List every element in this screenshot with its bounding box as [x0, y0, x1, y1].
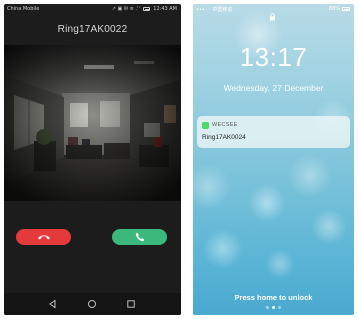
battery-icon	[143, 7, 151, 11]
recents-icon[interactable]	[126, 299, 136, 309]
notification-message: Ring17AK0024	[202, 134, 246, 141]
page-dot	[278, 306, 281, 309]
back-icon[interactable]	[48, 299, 58, 309]
wallpaper-bokeh	[203, 229, 243, 269]
decline-call-button[interactable]	[16, 229, 71, 245]
lock-screen-date: Wednesday, 27 December	[223, 83, 324, 93]
wallpaper-bokeh	[265, 249, 295, 279]
wallpaper-bokeh	[193, 164, 231, 210]
carrier-label: China Mobile	[7, 6, 40, 12]
phone-hangup-icon	[37, 235, 50, 240]
carrier-label: •••◦◦ 中国移动	[196, 7, 233, 13]
wecsee-app-icon	[202, 122, 209, 129]
page-dot	[266, 306, 269, 309]
room-scene-image	[4, 45, 181, 201]
answer-call-button[interactable]	[112, 229, 167, 245]
phone-answer-icon	[135, 232, 144, 242]
home-icon[interactable]	[87, 299, 97, 309]
video-preview	[4, 45, 181, 201]
unlock-hint: Press home to unlock	[234, 293, 313, 302]
notification-card[interactable]: WECSEE Ring17AK0024	[197, 116, 350, 148]
wallpaper-bokeh	[248, 184, 286, 222]
wallpaper-bokeh	[288, 154, 332, 198]
android-nav-bar	[4, 293, 181, 315]
lock-screen-time: 13:17	[239, 42, 308, 72]
lock-icon	[270, 13, 275, 21]
page-indicator	[193, 306, 354, 309]
android-status-bar: China Mobile ↗ ▣ ✉ ≡ .ˡ ˡ 12:43 AM	[4, 4, 181, 14]
notification-app-name: WECSEE	[212, 121, 238, 128]
caller-name: Ring17AK0022	[57, 24, 128, 35]
page-dot	[272, 306, 275, 309]
battery-icon	[342, 7, 350, 11]
android-call-screen: China Mobile ↗ ▣ ✉ ≡ .ˡ ˡ 12:43 AM Ring1…	[4, 4, 181, 315]
ios-lock-screen: •••◦◦ 中国移动 88% 13:17 Wednesday, 27 Decem…	[193, 4, 354, 315]
wallpaper-bokeh	[311, 209, 347, 245]
status-time: 12:43 AM	[153, 6, 177, 12]
status-icons: ↗ ▣ ✉ ≡ .ˡ ˡ	[111, 6, 141, 12]
battery-percent: 88%	[328, 6, 340, 12]
